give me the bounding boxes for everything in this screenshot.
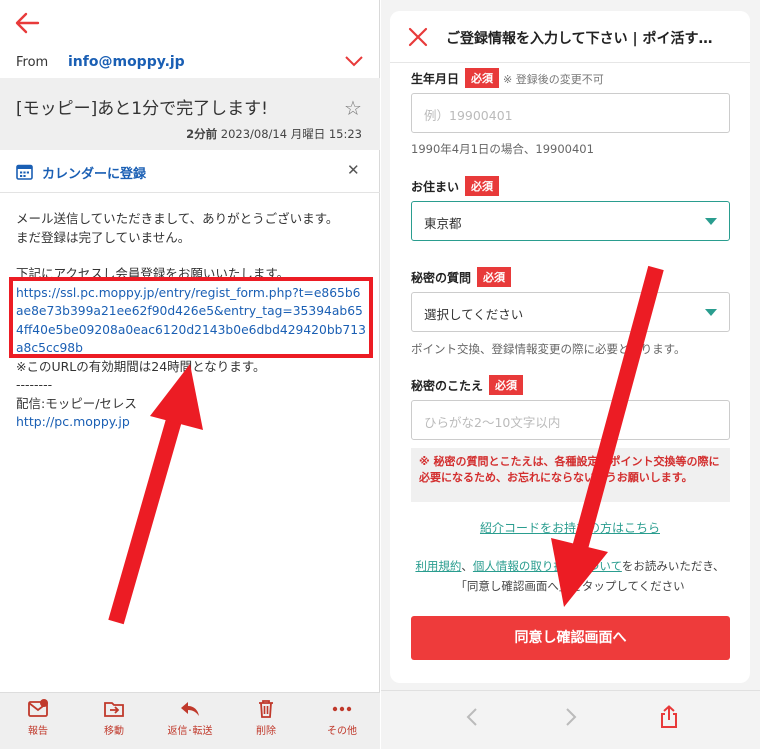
toolbar-move-button[interactable]: 移動 [84,699,144,737]
from-label: From [16,55,49,70]
star-icon[interactable]: ☆ [344,96,362,120]
date-relative: 2分前 [186,127,218,141]
mail-panel: From info@moppy.jp [モッピー]あと1分で完了します! ☆ 2… [0,0,380,749]
toolbar-label: 報告 [28,726,48,737]
address-select[interactable]: 東京都 [411,201,730,241]
divider-text: -------- [16,377,53,392]
toolbar-label: 削除 [256,726,276,737]
sheet-title-bar: ご登録情報を入力して下さい | ポイ活す… [390,11,750,63]
birth-label-text: 生年月日 [411,72,460,86]
toolbar-label: その他 [327,726,357,737]
address-value: 東京都 [424,216,462,231]
answer-label-text: 秘密のこたえ [411,379,484,393]
address-label: お住まい 必須 [411,176,500,196]
referral-code-link[interactable]: 紹介コードをお持ちの方はこちら [390,519,750,536]
browser-toolbar [381,690,760,749]
back-arrow-icon[interactable] [14,10,40,36]
sender-address-link[interactable]: info@moppy.jp [68,54,185,70]
chevron-down-icon[interactable] [344,54,364,68]
question-hint: ポイント交換、登録情報変更の際に必要となります。 [411,342,686,356]
privacy-policy-link[interactable]: 個人情報の取り扱いについて [473,559,622,573]
close-icon[interactable] [408,27,428,47]
toolbar-label: 返信･転送 [167,726,213,737]
registration-sheet: ご登録情報を入力して下さい | ポイ活す… 生年月日 必須 ※ 登録後の変更不可 例… [390,11,750,683]
required-badge: 必須 [477,267,512,287]
dropdown-arrow-icon [705,309,717,316]
toolbar-reply-button[interactable]: 返信･転送 [160,699,220,737]
terms-text: 利用規約、個人情報の取り扱いについてをお読みいただき、「同意し確認画面へ」をタッ… [410,556,730,596]
dropdown-arrow-icon [705,218,717,225]
secret-answer-input[interactable]: ひらがな2〜10文字以内 [411,400,730,440]
browser-panel: ご登録情報を入力して下さい | ポイ活す… 生年月日 必須 ※ 登録後の変更不可 例… [381,0,760,749]
required-badge: 必須 [465,68,500,88]
toolbar-label: 移動 [104,726,124,737]
question-label-text: 秘密の質問 [411,271,472,285]
site-link[interactable]: http://pc.moppy.jp [16,413,368,432]
secret-warning: ※ 秘密の質問とこたえは、各種設定・ポイント交換等の際に必要になるため、お忘れに… [411,448,730,502]
answer-placeholder: ひらがな2〜10文字以内 [424,415,561,430]
trash-icon [259,700,273,718]
birth-placeholder: 例）19900401 [424,108,513,123]
report-icon [28,699,48,717]
toolbar-more-button[interactable]: その他 [312,699,372,737]
share-icon[interactable] [657,705,681,729]
terms-separator: 、 [461,559,473,573]
agree-confirm-button[interactable]: 同意し確認画面へ [411,616,730,660]
mail-date: 2分前 2023/08/14 月曜日 15:23 [186,126,362,142]
birth-date-input[interactable]: 例）19900401 [411,93,730,133]
close-icon[interactable]: ✕ [347,161,360,179]
forward-chevron-icon[interactable] [558,705,582,729]
body-line: まだ登録は完了していません。 [16,229,191,245]
mail-subject: [モッピー]あと1分で完了します! [16,99,268,119]
birth-label: 生年月日 必須 ※ 登録後の変更不可 [411,68,604,88]
body-line: メール送信していただきまして、ありがとうございます。 [16,211,339,226]
back-chevron-icon[interactable] [461,705,485,729]
mail-toolbar: 報告 移動 返信･転送 削除 その他 [0,692,380,749]
date-full: 2023/08/14 月曜日 15:23 [220,127,362,141]
sheet-title: ご登録情報を入力して下さい | ポイ活す… [446,31,713,47]
sender-signature: 配信:モッピー/セレス [16,395,137,411]
required-badge: 必須 [465,176,500,196]
more-icon [332,706,352,712]
calendar-icon [16,164,33,180]
address-label-text: お住まい [411,180,460,194]
expiry-note: ※このURLの有効期間は24時間となります。 [16,358,266,374]
calendar-register-label[interactable]: カレンダーに登録 [42,163,146,182]
terms-of-use-link[interactable]: 利用規約 [415,559,461,573]
calendar-row[interactable]: カレンダーに登録 ✕ [0,151,380,193]
answer-label: 秘密のこたえ 必須 [411,375,524,395]
toolbar-report-button[interactable]: 報告 [8,699,68,737]
required-badge: 必須 [489,375,524,395]
secret-question-select[interactable]: 選択してください [411,292,730,332]
reply-icon [181,702,199,716]
birth-hint: 1990年4月1日の場合、19900401 [411,142,594,156]
from-row: From info@moppy.jp [0,48,380,78]
question-label: 秘密の質問 必須 [411,267,512,287]
url-highlight-box [9,277,373,358]
toolbar-delete-button[interactable]: 削除 [236,699,296,737]
question-placeholder: 選択してください [424,307,524,322]
birth-note: ※ 登録後の変更不可 [503,73,604,86]
move-icon [104,702,124,717]
